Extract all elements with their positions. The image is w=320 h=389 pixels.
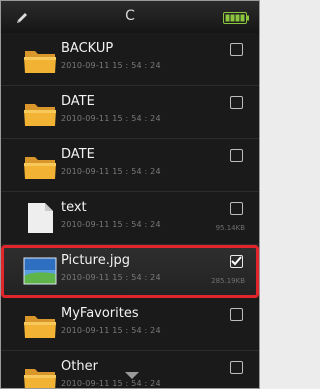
scroll-down-arrow-icon[interactable] <box>125 372 139 379</box>
document-icon <box>28 203 53 233</box>
file-checkbox[interactable] <box>230 149 243 162</box>
file-checkbox[interactable] <box>230 202 243 215</box>
file-date: 2010-09-11 15 : 54 : 24 <box>61 114 161 123</box>
file-row[interactable]: DATE 2010-09-11 15 : 54 : 24 <box>1 139 259 192</box>
file-date: 2010-09-11 15 : 54 : 24 <box>61 61 161 70</box>
image-thumbnail-icon <box>23 257 57 285</box>
file-row[interactable]: text 2010-09-11 15 : 54 : 24 95.14KB <box>1 192 259 245</box>
file-row[interactable]: Picture.jpg 2010-09-11 15 : 54 : 24 285.19… <box>1 245 259 298</box>
status-bar: C <box>1 1 259 34</box>
file-row[interactable]: DATE 2010-09-11 15 : 54 : 24 <box>1 86 259 139</box>
file-name: DATE <box>61 94 95 109</box>
file-name: DATE <box>61 147 95 162</box>
file-date: 2010-09-11 15 : 54 : 24 <box>61 167 161 176</box>
file-checkbox[interactable] <box>230 255 243 268</box>
drive-label: C <box>125 8 135 24</box>
checkmark-icon <box>231 256 242 266</box>
file-size: 95.14KB <box>215 224 245 232</box>
battery-icon <box>223 12 249 24</box>
file-name: BACKUP <box>61 41 114 56</box>
folder-icon <box>24 104 56 126</box>
file-checkbox[interactable] <box>230 308 243 321</box>
file-name: MyFavorites <box>61 306 139 321</box>
file-date: 2010-09-11 15 : 54 : 24 <box>61 326 161 335</box>
file-manager-screen: C BACKUP 2010-09-11 15 : 54 : 24 DATE 2010-… <box>0 0 260 389</box>
folder-icon <box>24 369 56 388</box>
file-date: 2010-09-11 15 : 54 : 24 <box>61 273 161 282</box>
file-name: text <box>61 200 87 215</box>
file-date: 2010-09-11 15 : 54 : 24 <box>61 220 161 229</box>
file-row[interactable]: MyFavorites 2010-09-11 15 : 54 : 24 <box>1 298 259 351</box>
file-checkbox[interactable] <box>230 361 243 374</box>
file-row[interactable]: BACKUP 2010-09-11 15 : 54 : 24 <box>1 33 259 86</box>
folder-icon <box>24 51 56 73</box>
file-name: Picture.jpg <box>61 253 130 268</box>
folder-icon <box>24 316 56 338</box>
file-checkbox[interactable] <box>230 43 243 56</box>
file-date: 2010-09-11 15 : 54 : 24 <box>61 379 161 388</box>
file-checkbox[interactable] <box>230 96 243 109</box>
folder-icon <box>24 157 56 179</box>
file-list: BACKUP 2010-09-11 15 : 54 : 24 DATE 2010-09… <box>1 33 259 388</box>
file-size: 285.19KB <box>211 277 245 285</box>
file-row[interactable]: Other 2010-09-11 15 : 54 : 24 <box>1 351 259 388</box>
file-name: Other <box>61 359 98 374</box>
